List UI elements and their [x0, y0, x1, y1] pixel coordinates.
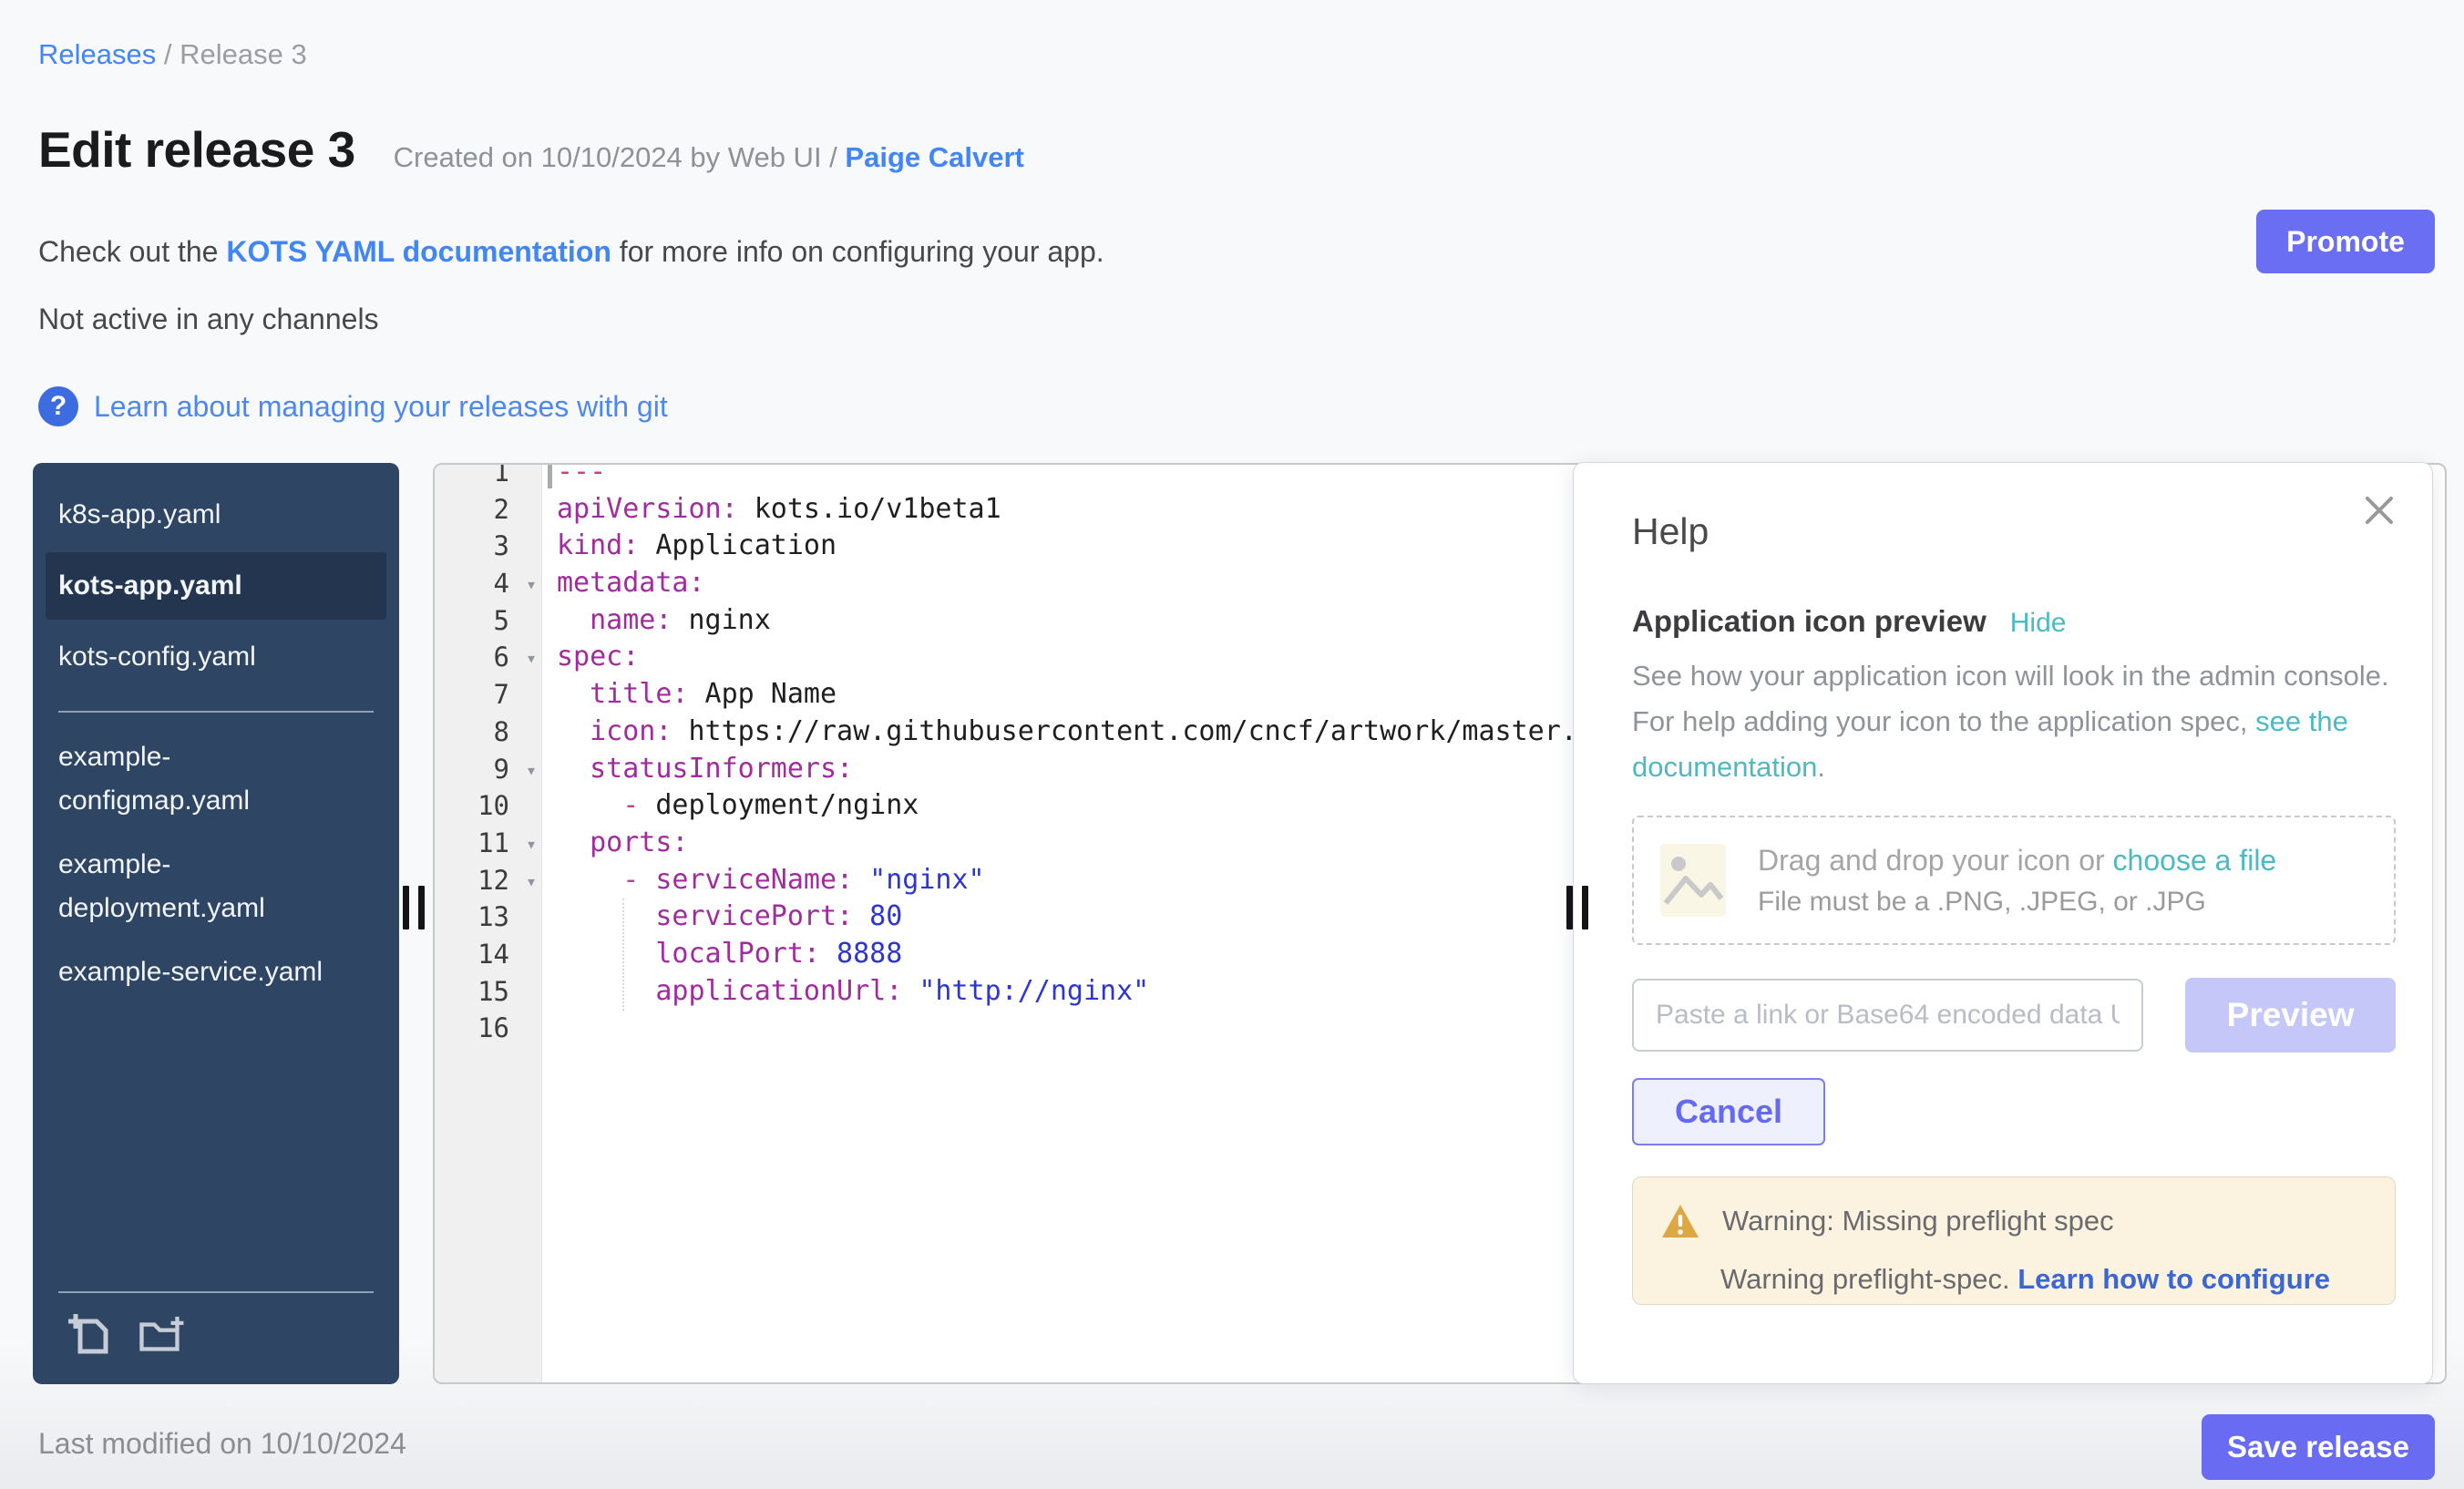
- dropzone-hint: File must be a .PNG, .JPEG, or .JPG: [1758, 887, 2276, 918]
- line-number: 4▾: [435, 565, 542, 602]
- breadcrumb: Releases / Release 3: [38, 38, 307, 71]
- kots-yaml-docs-link[interactable]: KOTS YAML documentation: [226, 235, 611, 268]
- code-text: kind: Application: [542, 528, 837, 565]
- code-text: spec:: [542, 639, 639, 676]
- code-text: ---: [542, 463, 606, 491]
- code-text: servicePort: 80: [542, 899, 902, 936]
- code-text: - serviceName: "nginx": [542, 862, 985, 899]
- help-panel: Help Application icon preview Hide See h…: [1573, 462, 2433, 1384]
- icon-preview-description: See how your application icon will look …: [1632, 653, 2396, 790]
- code-text: name: nginx: [542, 602, 771, 640]
- hide-link[interactable]: Hide: [2010, 608, 2067, 639]
- dropzone-text-block: Drag and drop your icon or choose a file…: [1758, 844, 2276, 918]
- warning-title: Warning: Missing preflight spec: [1722, 1205, 2114, 1237]
- icon-url-input[interactable]: [1632, 979, 2143, 1052]
- icon-url-row: Preview: [1632, 978, 2396, 1053]
- code-text: localPort: 8888: [542, 936, 902, 973]
- sidebar-resize-handle[interactable]: [403, 886, 426, 929]
- code-text: title: App Name: [542, 676, 837, 714]
- channel-status: Not active in any channels: [38, 303, 379, 336]
- icon-preview-section-header: Application icon preview Hide: [1632, 604, 2396, 639]
- breadcrumb-releases-link[interactable]: Releases: [38, 38, 156, 70]
- code-text: - deployment/nginx: [542, 787, 919, 825]
- close-icon: [2361, 492, 2397, 529]
- sidebar-item-kots-config-yaml[interactable]: kots-config.yaml: [33, 625, 399, 689]
- dropzone-text: Drag and drop your icon or choose a file: [1758, 844, 2276, 878]
- line-number: 11▾: [435, 825, 542, 862]
- sidebar-footer: [58, 1291, 374, 1384]
- last-modified-text: Last modified on 10/10/2024: [38, 1427, 406, 1461]
- cancel-button[interactable]: Cancel: [1632, 1078, 1825, 1145]
- breadcrumb-current: Release 3: [180, 38, 307, 70]
- editor-cursor: [548, 463, 552, 488]
- warning-detail: Warning preflight-spec. Learn how to con…: [1660, 1263, 2367, 1296]
- line-number: 5: [435, 602, 542, 640]
- line-number: 9▾: [435, 751, 542, 788]
- fold-toggle-icon[interactable]: ▾: [526, 826, 537, 863]
- docs-suffix: for more info on configuring your app.: [611, 235, 1104, 268]
- created-info: Created on 10/10/2024 by Web UI / Paige …: [394, 141, 1024, 174]
- code-text: apiVersion: kots.io/v1beta1: [542, 491, 1001, 529]
- git-help-row[interactable]: ? Learn about managing your releases wit…: [38, 386, 668, 426]
- sidebar-divider: [58, 711, 374, 713]
- breadcrumb-separator: /: [164, 38, 180, 70]
- code-text: icon: https://raw.githubusercontent.com/…: [542, 714, 1577, 751]
- sidebar-item-kots-app-yaml[interactable]: kots-app.yaml: [46, 552, 386, 620]
- warning-icon: [1660, 1203, 1700, 1239]
- title-row: Edit release 3 Created on 10/10/2024 by …: [38, 120, 1024, 179]
- code-text: ports:: [542, 825, 689, 862]
- promote-button[interactable]: Promote: [2256, 210, 2435, 273]
- git-releases-link[interactable]: Learn about managing your releases with …: [94, 390, 668, 424]
- new-folder-icon[interactable]: [139, 1311, 186, 1357]
- preview-button[interactable]: Preview: [2185, 978, 2396, 1053]
- page-title: Edit release 3: [38, 120, 355, 179]
- line-number: 16: [435, 1010, 542, 1047]
- learn-how-to-configure-link[interactable]: Learn how to configure: [2017, 1263, 2330, 1295]
- code-text: metadata:: [542, 565, 705, 602]
- sidebar-item-k8s-app-yaml[interactable]: k8s-app.yaml: [33, 483, 399, 547]
- sidebar-item-example-service-yaml[interactable]: example-service.yaml: [33, 940, 399, 1004]
- line-number: 1: [435, 463, 542, 491]
- icon-dropzone[interactable]: Drag and drop your icon or choose a file…: [1632, 816, 2396, 945]
- created-text: Created on 10/10/2024 by Web UI /: [394, 141, 837, 173]
- file-sidebar: k8s-app.yamlkots-app.yamlkots-config.yam…: [33, 463, 399, 1384]
- fold-toggle-icon[interactable]: ▾: [526, 640, 537, 677]
- sidebar-file-list-bottom: example- configmap.yamlexample- deployme…: [33, 725, 399, 1004]
- fold-toggle-icon[interactable]: ▾: [526, 752, 537, 789]
- section-title: Application icon preview: [1632, 604, 1987, 639]
- new-file-icon[interactable]: [66, 1311, 113, 1357]
- help-title: Help: [1632, 510, 2396, 553]
- image-placeholder-icon: [1659, 843, 1727, 918]
- code-text: [542, 1010, 557, 1047]
- line-number: 6▾: [435, 639, 542, 676]
- sidebar-file-list-top: k8s-app.yamlkots-app.yamlkots-config.yam…: [33, 483, 399, 689]
- sidebar-item-example-deployment-yaml[interactable]: example- deployment.yaml: [33, 833, 399, 940]
- code-text: applicationUrl: "http://nginx": [542, 973, 1149, 1011]
- line-number: 2: [435, 491, 542, 529]
- help-circle-icon: ?: [38, 386, 78, 426]
- preflight-warning-box: Warning: Missing preflight spec Warning …: [1632, 1176, 2396, 1305]
- line-number: 12▾: [435, 862, 542, 899]
- line-number: 13: [435, 899, 542, 936]
- help-panel-resize-handle[interactable]: [1566, 886, 1590, 929]
- line-number: 15: [435, 973, 542, 1011]
- description-period: .: [1817, 751, 1825, 783]
- save-release-button[interactable]: Save release: [2202, 1414, 2435, 1480]
- docs-prefix: Check out the: [38, 235, 226, 268]
- line-number: 7: [435, 676, 542, 714]
- code-text: statusInformers:: [542, 751, 853, 788]
- fold-toggle-icon[interactable]: ▾: [526, 566, 537, 603]
- close-help-button[interactable]: [2361, 492, 2397, 529]
- sidebar-item-example-configmap-yaml[interactable]: example- configmap.yaml: [33, 725, 399, 833]
- docs-hint: Check out the KOTS YAML documentation fo…: [38, 235, 1104, 269]
- line-number: 8: [435, 714, 542, 751]
- choose-file-link[interactable]: choose a file: [2113, 844, 2277, 877]
- fold-toggle-icon[interactable]: ▾: [526, 863, 537, 900]
- line-number: 10: [435, 787, 542, 825]
- line-number: 3: [435, 528, 542, 565]
- line-number: 14: [435, 936, 542, 973]
- created-author-link[interactable]: Paige Calvert: [845, 141, 1023, 173]
